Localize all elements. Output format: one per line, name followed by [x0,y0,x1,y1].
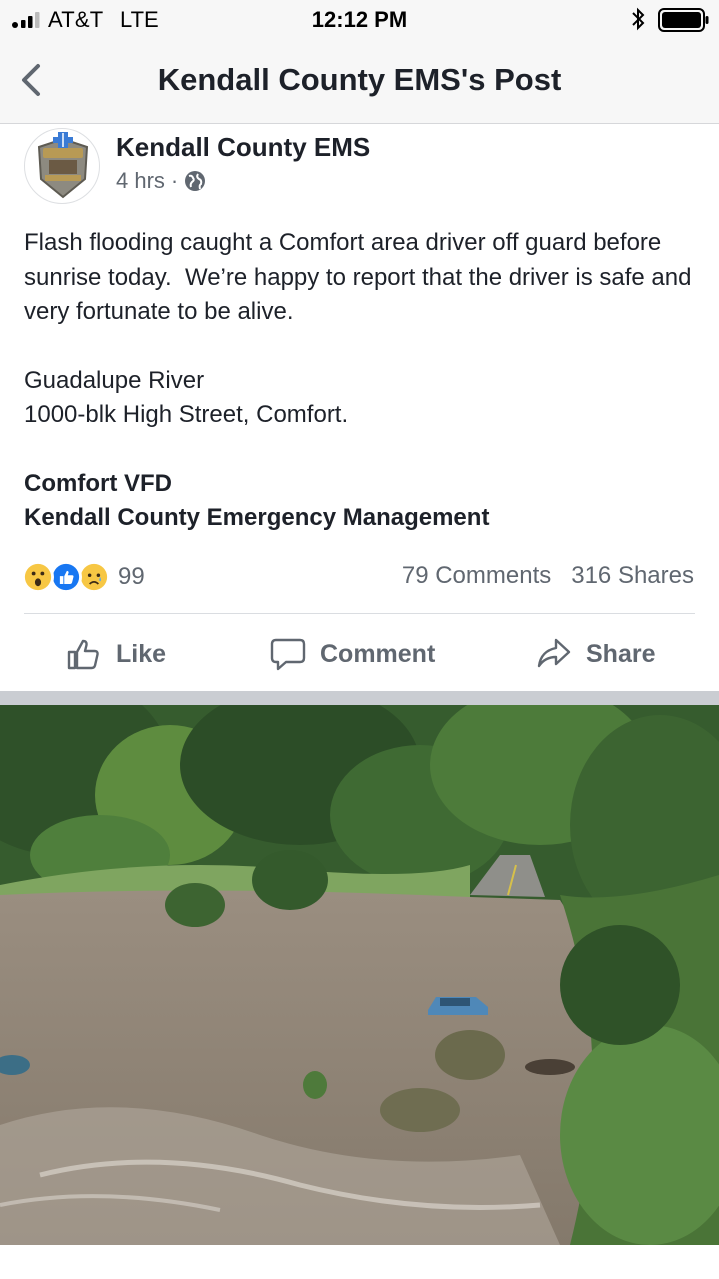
location-name: Guadalupe River [24,366,205,394]
battery-full-icon [658,8,709,32]
divider [24,613,695,614]
share-arrow-icon [537,638,571,668]
post-paragraph: Flash flooding caught a Comfort area dri… [24,229,699,325]
post-meta: 4 hrs · [116,168,206,194]
tagged-page-emergency-management[interactable]: Kendall County Emergency Management [24,501,704,536]
like-button[interactable]: Like [66,632,166,676]
tagged-page-comfort-vfd[interactable]: Comfort VFD [24,467,704,502]
reaction-count: 99 [118,563,145,590]
sad-reaction-icon [78,561,110,593]
meta-separator: · [170,168,179,193]
engagement-stats: 79 Comments 316 Shares [402,562,694,590]
globe-icon [185,171,206,191]
post-text: Flash flooding caught a Comfort area dri… [24,226,704,536]
clock: 12:12 PM [311,7,408,32]
bluetooth-icon [632,7,645,31]
thumbs-up-icon [67,639,99,670]
speech-bubble-icon [270,638,306,671]
section-separator [0,691,719,705]
comment-button[interactable]: Comment [270,632,435,676]
next-post-preview [0,1245,719,1279]
post-photo[interactable] [0,705,719,1245]
page-title: Kendall County EMS's Post [157,62,562,97]
post-timestamp[interactable]: 4 hrs [116,168,165,194]
paramedic-badge-icon [37,132,89,199]
reaction-summary[interactable]: 99 [22,561,145,593]
location-address: 1000-blk High Street, Comfort. [24,401,349,428]
like-reaction-icon [50,561,82,593]
flood-scene-image [0,705,719,1245]
comments-count-link[interactable]: 79 Comments [402,562,551,590]
navigation-bar: Kendall County EMS's Post [0,40,719,124]
share-label: Share [586,639,656,668]
post-author-name[interactable]: Kendall County EMS [116,132,370,163]
status-bar: AT&T LTE 12:12 PM [0,0,719,40]
like-label: Like [116,639,167,668]
share-button[interactable]: Share [536,632,655,676]
comment-label: Comment [320,639,436,668]
shares-count-link[interactable]: 316 Shares [571,562,694,590]
wow-reaction-icon [22,561,54,593]
avatar[interactable] [24,128,100,204]
